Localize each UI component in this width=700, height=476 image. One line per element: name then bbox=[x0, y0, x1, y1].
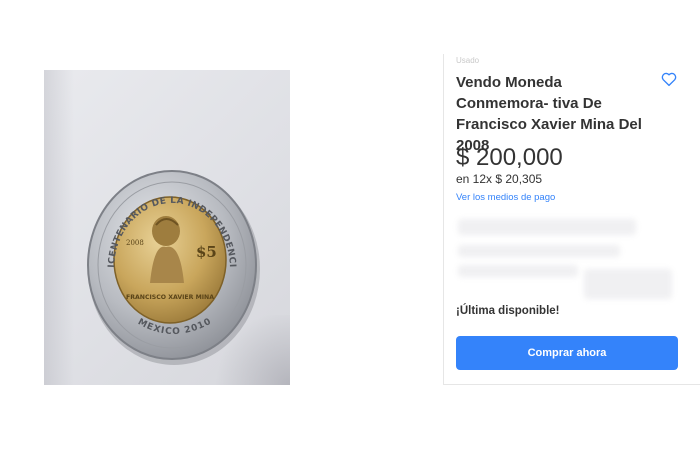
blurred-content bbox=[458, 265, 578, 277]
blurred-content bbox=[584, 269, 672, 299]
payment-methods-link[interactable]: Ver los medios de pago bbox=[456, 192, 555, 203]
buy-now-button[interactable]: Comprar ahora bbox=[456, 336, 678, 370]
condition-label: Usado bbox=[456, 56, 480, 65]
product-image[interactable]: BICENTENARIO DE LA INDEPENDENCIA MEXICO … bbox=[44, 70, 290, 385]
heart-outline-icon[interactable] bbox=[660, 70, 678, 88]
coin-image: BICENTENARIO DE LA INDEPENDENCIA MEXICO … bbox=[84, 165, 260, 365]
svg-text:$5: $5 bbox=[196, 243, 217, 261]
svg-text:FRANCISCO XAVIER MINA: FRANCISCO XAVIER MINA bbox=[126, 294, 214, 301]
blurred-content bbox=[458, 245, 620, 257]
product-price: $ 200,000 bbox=[456, 144, 563, 171]
product-details-panel: Usado Vendo Moneda Conmemora- tiva De Fr… bbox=[443, 54, 700, 385]
stock-label: ¡Última disponible! bbox=[456, 305, 560, 317]
image-shadow bbox=[44, 70, 74, 385]
installments-text: en 12x $ 20,305 bbox=[456, 172, 543, 186]
svg-text:2008: 2008 bbox=[126, 239, 144, 247]
blurred-content bbox=[458, 219, 636, 235]
